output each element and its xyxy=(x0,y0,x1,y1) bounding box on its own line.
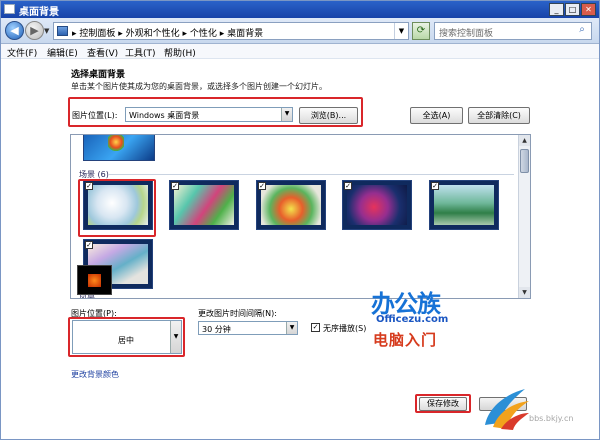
menu-view[interactable]: 查看(V) xyxy=(87,46,118,59)
watermark-url: bbs.bkjy.cn xyxy=(529,414,574,423)
chevron-down-icon[interactable]: ▼ xyxy=(281,108,292,121)
wallpaper-checkbox[interactable]: ✓ xyxy=(431,182,439,190)
wallpaper-tile[interactable]: ✓ xyxy=(169,180,239,230)
save-button[interactable]: 保存修改 xyxy=(419,397,467,411)
position-preview-image xyxy=(77,265,112,295)
wallpaper-checkbox[interactable]: ✓ xyxy=(171,182,179,190)
search-input[interactable]: 搜索控制面板 ⌕ xyxy=(434,22,592,40)
windows-logo xyxy=(108,135,124,152)
wallpaper-checkbox[interactable]: ✓ xyxy=(85,241,93,249)
menu-help[interactable]: 帮助(H) xyxy=(164,46,196,59)
watermark-subtitle: 电脑入门 xyxy=(373,331,438,349)
wallpaper-tile[interactable] xyxy=(83,135,155,161)
wallpaper-checkbox[interactable]: ✓ xyxy=(258,182,266,190)
wallpaper-image xyxy=(434,185,494,225)
browse-button[interactable]: 浏览(B)... xyxy=(299,107,358,124)
shuffle-checkbox[interactable]: ✓ xyxy=(311,323,320,332)
search-placeholder: 搜索控制面板 xyxy=(439,29,494,39)
location-select[interactable]: Windows 桌面背景 ▼ xyxy=(125,107,293,122)
scroll-down-icon[interactable]: ▼ xyxy=(519,287,530,298)
back-button[interactable]: ◀ xyxy=(5,21,24,40)
wallpaper-tile[interactable]: ✓ xyxy=(429,180,499,230)
shuffle-label: 无序播放(S) xyxy=(323,324,367,333)
maximize-button[interactable]: □ xyxy=(565,3,580,16)
minimize-button[interactable]: _ xyxy=(549,3,564,16)
interval-select[interactable]: 30 分钟 ▼ xyxy=(198,321,298,335)
scroll-up-icon[interactable]: ▲ xyxy=(519,135,530,146)
desktop-background-window: 桌面背景 _ □ ✕ ◀ ▶ ▼ ▸ 控制面板 ▸ 外观和个性化 ▸ 个性化 ▸… xyxy=(0,0,600,440)
wallpaper-checkbox[interactable]: ✓ xyxy=(344,182,352,190)
chevron-down-icon[interactable]: ▼ xyxy=(170,321,181,353)
wallpaper-image xyxy=(174,185,234,225)
interval-label: 更改图片时间间隔(N): xyxy=(198,309,277,318)
window-icon xyxy=(4,4,15,14)
window-title: 桌面背景 xyxy=(19,7,59,18)
wallpaper-image xyxy=(261,185,321,225)
watermark-site: Officezu.com xyxy=(376,314,449,325)
title-bar: 桌面背景 _ □ ✕ xyxy=(1,1,599,18)
group-divider xyxy=(109,174,514,175)
group-divider xyxy=(101,298,514,299)
gallery-scrollbar[interactable]: ▲ ▼ xyxy=(518,135,530,298)
control-panel-icon xyxy=(57,26,68,36)
recent-pages-dropdown[interactable]: ▼ xyxy=(44,27,52,35)
forward-button[interactable]: ▶ xyxy=(25,21,44,40)
interval-value: 30 分钟 xyxy=(202,325,231,334)
breadcrumb[interactable]: ▸ 控制面板 ▸ 外观和个性化 ▸ 个性化 ▸ 桌面背景 ▼ xyxy=(53,22,409,40)
menu-tools[interactable]: 工具(T) xyxy=(125,46,156,59)
search-icon[interactable]: ⌕ xyxy=(575,24,589,38)
scroll-thumb[interactable] xyxy=(520,149,529,173)
page-title: 选择桌面背景 xyxy=(71,70,126,80)
change-background-color-link[interactable]: 更改背景颜色 xyxy=(71,369,119,380)
select-all-button[interactable]: 全选(A) xyxy=(410,107,463,124)
clear-all-button[interactable]: 全部清除(C) xyxy=(468,107,530,124)
menu-bar: 文件(F) 编辑(E) 查看(V) 工具(T) 帮助(H) xyxy=(1,44,599,59)
close-button[interactable]: ✕ xyxy=(581,3,596,16)
main-content: 选择桌面背景 单击某个图片使其成为您的桌面背景，或选择多个图片创建一个幻灯片。 … xyxy=(1,59,599,439)
menu-edit[interactable]: 编辑(E) xyxy=(47,46,78,59)
highlight-selected-wallpaper xyxy=(78,179,156,237)
wallpaper-image xyxy=(347,185,407,225)
breadcrumb-path[interactable]: ▸ 控制面板 ▸ 外观和个性化 ▸ 个性化 ▸ 桌面背景 xyxy=(72,26,263,39)
position-value: 居中 xyxy=(118,336,134,345)
wallpaper-tile[interactable]: ✓ xyxy=(256,180,326,230)
menu-file[interactable]: 文件(F) xyxy=(7,46,37,59)
watermark-swirl-icon xyxy=(485,389,529,430)
location-value: Windows 桌面背景 xyxy=(129,111,200,120)
chevron-down-icon[interactable]: ▼ xyxy=(286,322,297,334)
address-bar: ◀ ▶ ▼ ▸ 控制面板 ▸ 外观和个性化 ▸ 个性化 ▸ 桌面背景 ▼ ⟳ 搜… xyxy=(1,18,599,44)
chevron-down-icon[interactable]: ▼ xyxy=(394,23,408,39)
location-label: 图片位置(L): xyxy=(72,111,118,120)
wallpaper-tile[interactable]: ✓ xyxy=(342,180,412,230)
page-description: 单击某个图片使其成为您的桌面背景，或选择多个图片创建一个幻灯片。 xyxy=(71,82,327,91)
refresh-button[interactable]: ⟳ xyxy=(412,22,430,40)
